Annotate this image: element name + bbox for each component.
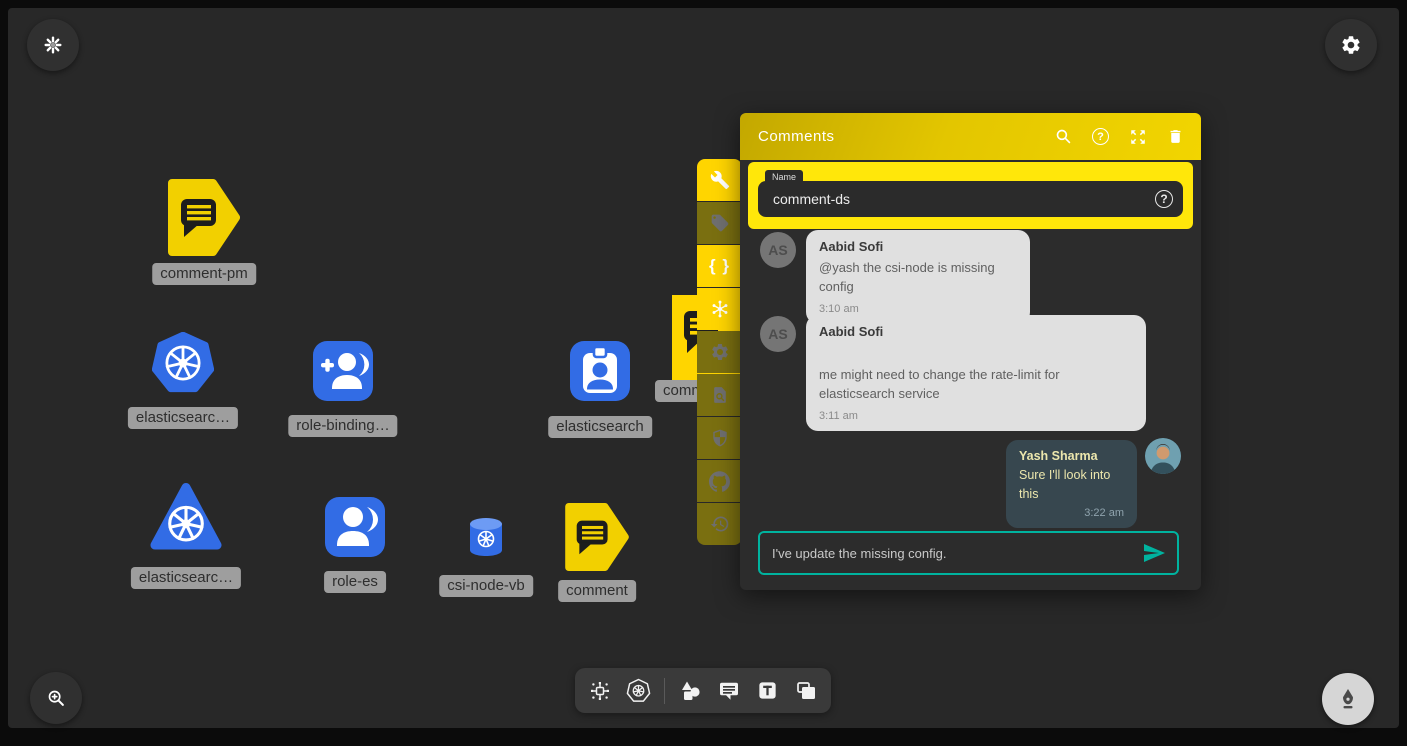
text-tool-icon[interactable] (754, 678, 780, 704)
chat-message-input[interactable] (760, 546, 1141, 561)
message-time: 3:10 am (819, 303, 1017, 315)
name-field-label: Name (765, 170, 803, 184)
app-logo-button[interactable] (27, 19, 79, 71)
toolbar-item-settings[interactable] (697, 331, 742, 373)
toolbar-item-security[interactable] (697, 417, 742, 459)
expand-icon[interactable] (1128, 127, 1147, 146)
toolbar-item-github[interactable] (697, 460, 742, 502)
comments-panel: Comments ? Name ? AS Aabid Sofi @yash th… (740, 113, 1201, 590)
node-comment-pm[interactable] (168, 179, 240, 256)
gear-icon (710, 342, 730, 362)
node-action-toolbar: { } (697, 159, 742, 545)
name-field-section: Name ? (748, 162, 1193, 229)
toolbar-item-braces[interactable]: { } (697, 245, 742, 287)
gear-icon (1340, 34, 1362, 56)
name-input[interactable] (758, 181, 1183, 217)
avatar: AS (760, 316, 796, 352)
node-role-binding[interactable] (311, 339, 375, 403)
help-icon[interactable]: ? (1155, 190, 1173, 208)
kubernetes-icon[interactable] (626, 678, 652, 704)
wrench-icon (710, 170, 730, 190)
message-text: Sure I'll look into this (1019, 466, 1124, 504)
integration-circuit-icon[interactable] (587, 678, 613, 704)
note-icon[interactable] (793, 678, 819, 704)
message-author: Aabid Sofi (819, 324, 1133, 339)
chat-message: Aabid Sofi @yash the csi-node is missing… (806, 230, 1030, 324)
node-comment[interactable] (565, 503, 629, 571)
zoom-in-icon (45, 687, 67, 709)
send-icon[interactable] (1141, 540, 1167, 566)
chat-message: Aabid Sofi me might need to change the r… (806, 315, 1146, 431)
avatar-photo (1145, 438, 1181, 474)
braces-icon: { } (709, 256, 730, 276)
node-label: role-binding… (288, 415, 397, 437)
toolbar-item-configure[interactable] (697, 159, 742, 201)
toolbar-item-tag[interactable] (697, 202, 742, 244)
message-time: 3:22 am (1019, 507, 1124, 519)
node-elasticsearch-service-account[interactable] (568, 339, 632, 403)
node-label: comment (558, 580, 636, 602)
message-time: 3:11 am (819, 410, 1133, 422)
hub-icon (709, 298, 731, 320)
node-label: csi-node-vb (439, 575, 533, 597)
toolbar-item-history[interactable] (697, 503, 742, 545)
toolbar-divider (664, 678, 665, 704)
shape-tools-toolbar (575, 668, 831, 713)
message-text: @yash the csi-node is missing config (819, 258, 1017, 296)
trash-icon[interactable] (1166, 127, 1185, 146)
file-search-icon (710, 385, 730, 405)
node-csi-node-vb[interactable] (469, 517, 503, 557)
search-icon[interactable] (1054, 127, 1073, 146)
github-icon (709, 471, 730, 492)
pen-tool-button[interactable] (1322, 673, 1374, 725)
message-author: Aabid Sofi (819, 239, 1017, 254)
toolbar-item-inspect[interactable] (697, 374, 742, 416)
node-role-es[interactable] (323, 495, 387, 559)
panel-title: Comments (758, 128, 1054, 145)
message-author: Yash Sharma (1019, 449, 1124, 463)
shapes-icon[interactable] (678, 678, 704, 704)
node-label: elasticsearc… (128, 407, 238, 429)
zoom-button[interactable] (30, 672, 82, 724)
message-text: me might need to change the rate-limit f… (819, 365, 1133, 403)
node-label: role-es (324, 571, 386, 593)
help-icon[interactable]: ? (1092, 128, 1109, 145)
node-elasticsearch-heptagon[interactable] (152, 332, 214, 394)
comment-icon[interactable] (716, 678, 742, 704)
chat-message: Yash Sharma Sure I'll look into this 3:2… (1006, 440, 1137, 528)
node-label: elasticsearc… (131, 567, 241, 589)
shield-icon (710, 428, 730, 448)
settings-button[interactable] (1325, 19, 1377, 71)
node-elasticsearch-triangle[interactable] (149, 481, 223, 553)
tag-icon (710, 213, 730, 233)
toolbar-item-hub[interactable] (697, 288, 742, 330)
chat-input-container (758, 531, 1179, 575)
pen-nib-icon (1336, 687, 1360, 711)
node-label: comment-pm (152, 263, 256, 285)
history-icon (710, 514, 730, 534)
comments-panel-header[interactable]: Comments ? (740, 113, 1201, 160)
app-flower-icon (42, 34, 64, 56)
avatar: AS (760, 232, 796, 268)
node-label: elasticsearch (548, 416, 652, 438)
